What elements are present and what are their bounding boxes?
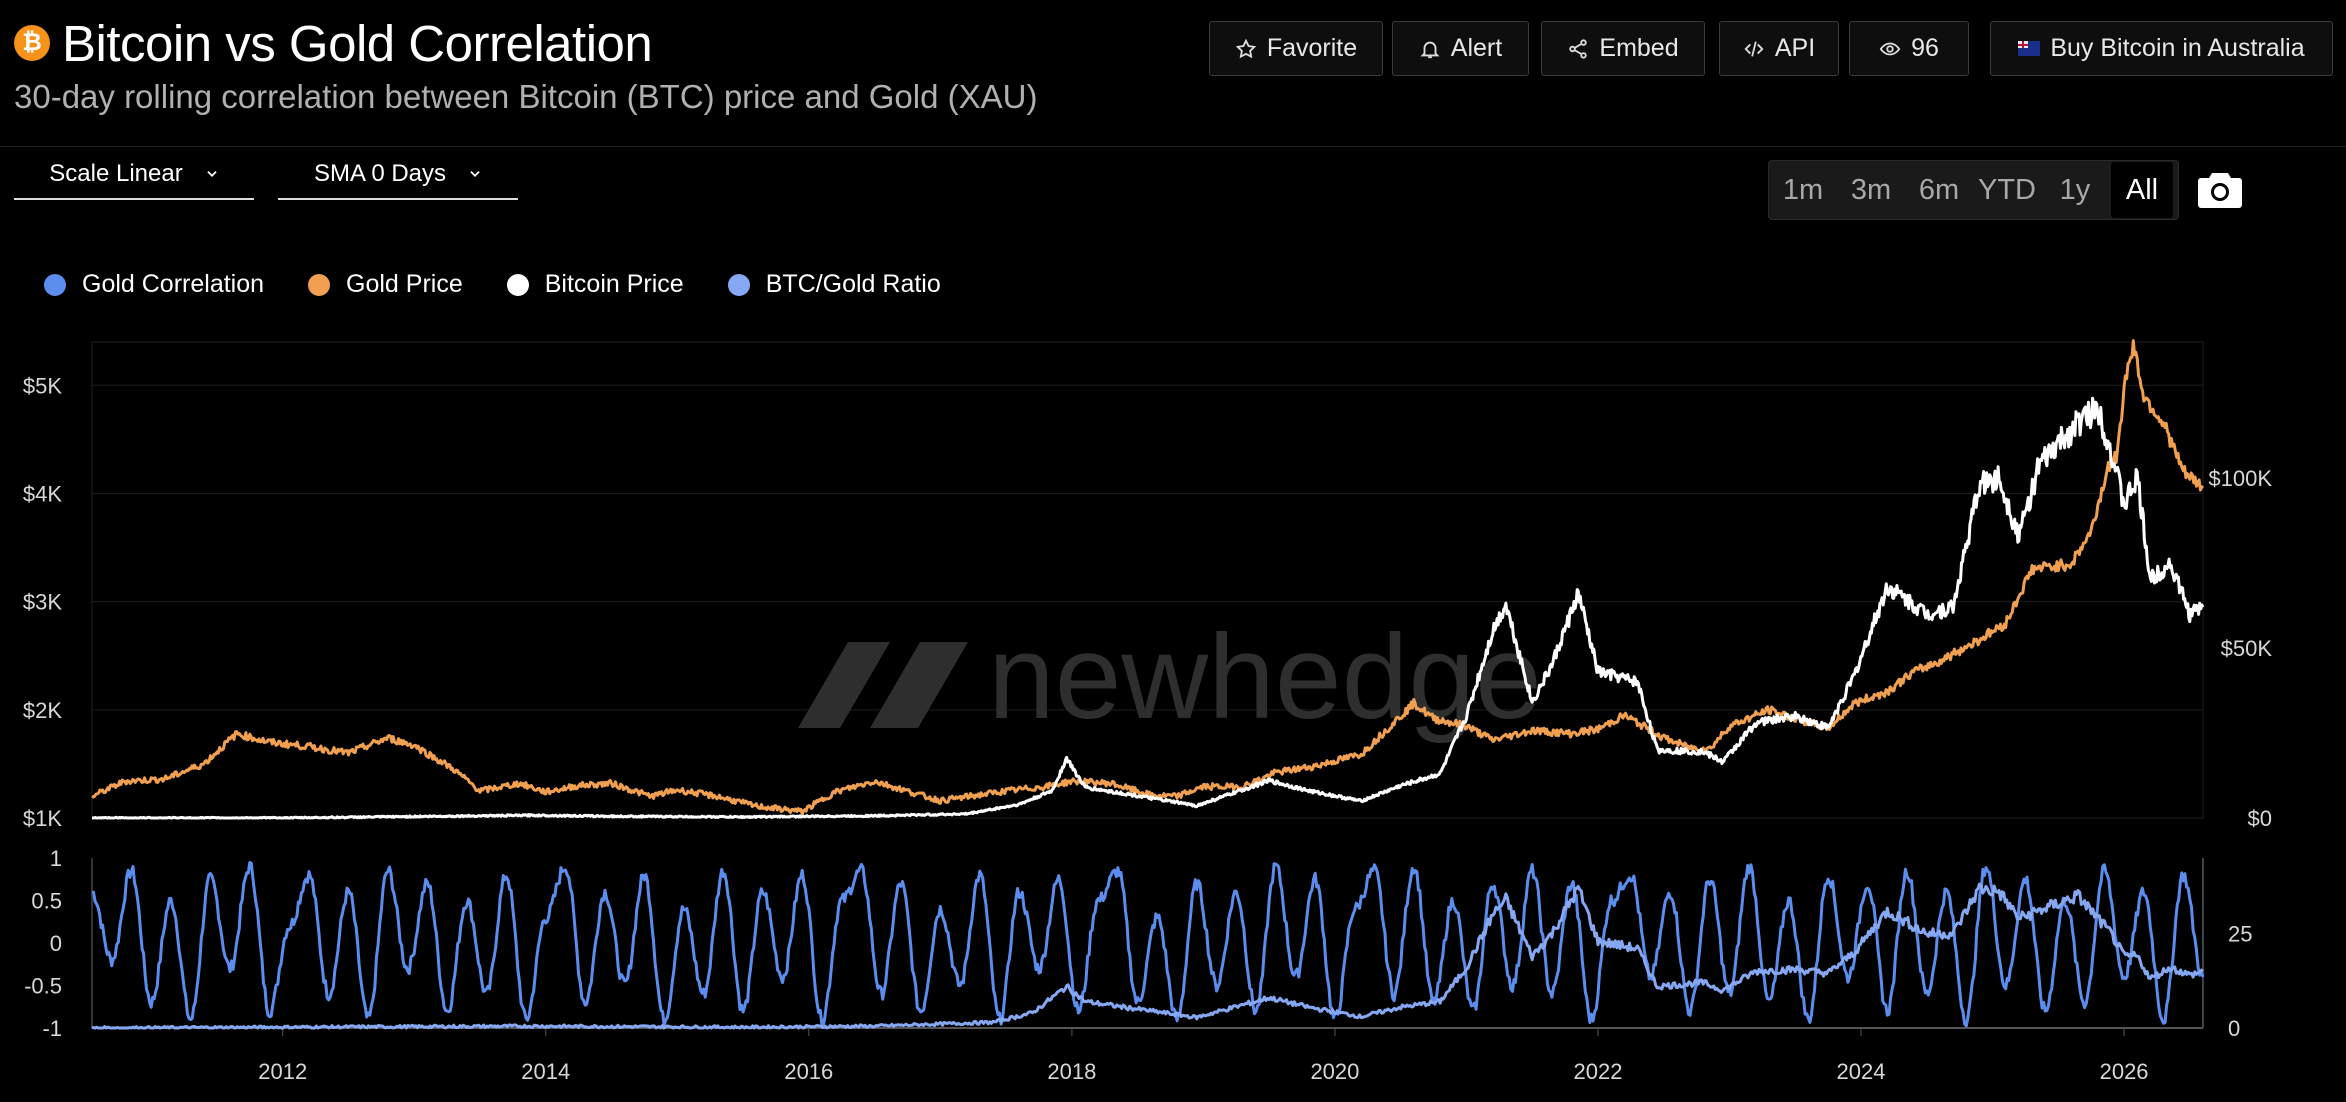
chart-area: newhedge $1K $2K $3K $4K $5K $0 $50K $100K 1 0.5 0…: [23, 339, 2273, 1084]
x-tick-label: 2018: [1047, 1059, 1096, 1084]
y-tick-label: -1: [42, 1016, 62, 1041]
y2-tick-label: 0: [2228, 1016, 2240, 1041]
watermark: newhedge: [798, 610, 1542, 744]
x-tick-label: 2024: [1837, 1059, 1886, 1084]
x-tick-label: 2014: [521, 1059, 570, 1084]
y-tick-label: $5K: [23, 373, 62, 398]
y-tick-label: 1: [50, 846, 62, 871]
x-tick-label: 2020: [1310, 1059, 1359, 1084]
top-panel-gridlines: [92, 384, 2203, 819]
y2-tick-label: $0: [2248, 806, 2272, 831]
top-panel-frame: [91, 341, 2204, 819]
series-bitcoin-price: [91, 396, 2205, 820]
y2-tick-label: $50K: [2221, 636, 2273, 661]
x-tick-label: 2016: [784, 1059, 833, 1084]
y-tick-label: $1K: [23, 806, 62, 831]
y-tick-label: 0.5: [31, 889, 62, 914]
y-tick-label: $3K: [23, 590, 62, 615]
x-tick-label: 2026: [2100, 1059, 2149, 1084]
x-tick-label: 2012: [258, 1059, 307, 1084]
y-tick-label: $4K: [23, 481, 62, 506]
series-gold-correlation: [91, 861, 2205, 1028]
y-tick-label: $2K: [23, 698, 62, 723]
y2-tick-label: 25: [2228, 922, 2252, 947]
newhedge-logo-icon: [798, 642, 968, 728]
y-tick-label: -0.5: [24, 974, 62, 999]
y-tick-label: 0: [50, 931, 62, 956]
x-tick-label: 2022: [1574, 1059, 1623, 1084]
y2-tick-label: $100K: [2208, 466, 2272, 491]
